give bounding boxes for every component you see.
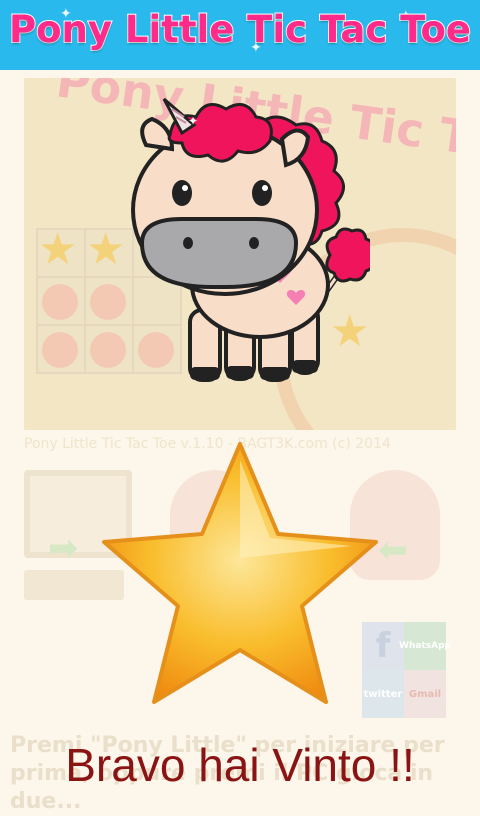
svg-text:✦: ✦ [188,114,198,128]
gmail-icon[interactable]: Gmail [404,670,446,718]
pony-piece-icon [42,332,78,368]
arrow-icon: ⬅ [378,530,409,571]
unicorn-pony-icon: ✦ [131,97,370,382]
star-icon [102,442,378,704]
star-icon: ★ [38,224,78,275]
pony-piece-icon [42,284,78,320]
title-bar: ✦ ✦ ✦ Pony Little Tic Tac Toe [0,0,480,70]
arrow-icon: ➡ [48,528,79,569]
whatsapp-icon[interactable]: WhatsApp [399,622,451,670]
win-message: Bravo hai Vinto !! [65,739,415,791]
app-title: Pony Little Tic Tac Toe [8,7,472,52]
